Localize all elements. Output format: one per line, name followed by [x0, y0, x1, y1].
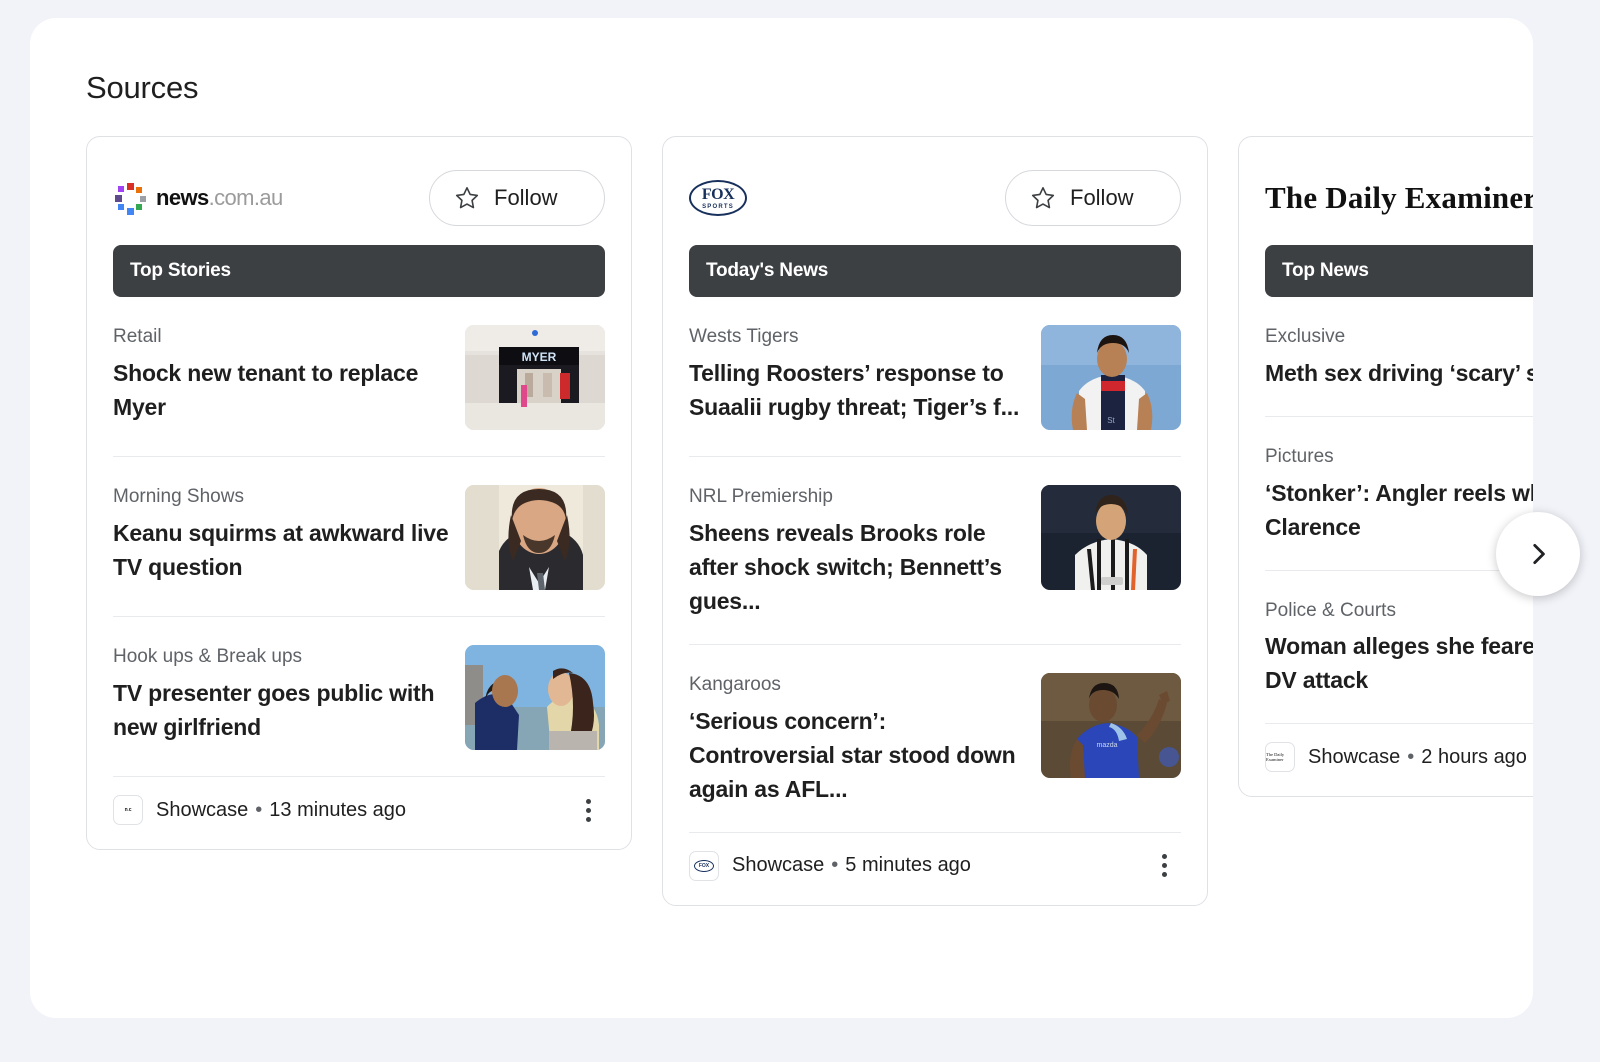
article-thumbnail [1041, 485, 1181, 590]
sports-wordmark: SPORTS [702, 204, 734, 210]
section-banner-label: Today's News [706, 260, 828, 282]
card-header: FOX SPORTS Follow [689, 159, 1181, 237]
follow-button-label: Follow [1070, 185, 1134, 211]
article-kicker: Wests Tigers [689, 325, 1025, 349]
news-com-au-mini-logo-icon: n.c [113, 795, 143, 825]
article-headline: ‘Serious concern’: Controversial star st… [689, 704, 1025, 806]
chevron-right-icon [1525, 541, 1551, 567]
svg-text:mazda: mazda [1096, 742, 1117, 749]
article-headline: Meth sex driving ‘scary’ syphilis outbre… [1265, 356, 1533, 390]
fox-sports-logo: FOX SPORTS [689, 180, 747, 216]
showcase-label: Showcase [732, 854, 824, 876]
article-row[interactable]: Exclusive Meth sex driving ‘scary’ syphi… [1265, 297, 1533, 417]
news-wordmark: news.com.au [156, 185, 283, 211]
fox-wordmark: FOX [702, 187, 734, 203]
two-women-kissing-photo [465, 645, 605, 750]
card-footer: n.c Showcase•13 minutes ago [113, 777, 605, 849]
kebab-menu-icon[interactable] [571, 793, 605, 827]
sources-carousel: news.com.au Follow Top Stories Retail Sh… [86, 136, 1533, 986]
card-header: The Daily Examiner Follow [1265, 159, 1533, 237]
follow-button-fox-sports[interactable]: Follow [1005, 170, 1181, 226]
article-headline: TV presenter goes public with new girlfr… [113, 676, 449, 744]
article-row[interactable]: Wests Tigers Telling Roosters’ response … [689, 297, 1181, 457]
footer-meta: Showcase•5 minutes ago [732, 854, 971, 877]
kebab-menu-icon[interactable] [1147, 849, 1181, 883]
fox-sports-mini-logo-icon: FOX [689, 851, 719, 881]
section-banner-top-stories: Top Stories [113, 245, 605, 297]
sources-panel: Sources news.com.au [30, 18, 1533, 1018]
article-row[interactable]: Police & Courts Woman alleges she feared… [1265, 571, 1533, 725]
article-thumbnail: mazda [1041, 673, 1181, 778]
svg-text:MYER: MYER [522, 350, 557, 364]
article-kicker: NRL Premiership [689, 485, 1025, 509]
news-com-au-logo: news.com.au [113, 181, 283, 215]
footer-timestamp: 13 minutes ago [269, 799, 406, 821]
star-outline-icon [1030, 185, 1056, 211]
article-kicker: Exclusive [1265, 325, 1533, 349]
article-thumbnail: MYER [465, 325, 605, 430]
article-headline: Keanu squirms at awkward live TV questio… [113, 516, 449, 584]
article-kicker: Pictures [1265, 445, 1533, 469]
article-kicker: Police & Courts [1265, 599, 1533, 623]
showcase-label: Showcase [1308, 746, 1400, 768]
news-dots-icon [113, 181, 147, 215]
article-headline: Woman alleges she feared death in Grafto… [1265, 629, 1533, 697]
carousel-next-button[interactable] [1496, 512, 1580, 596]
showcase-label: Showcase [156, 799, 248, 821]
source-card-fox-sports[interactable]: FOX SPORTS Follow Today's News Wests Tig… [662, 136, 1208, 906]
article-thumbnail: St [1041, 325, 1181, 430]
source-card-daily-examiner[interactable]: The Daily Examiner Follow Top News Exclu… [1238, 136, 1533, 797]
follow-button-news-com-au[interactable]: Follow [429, 170, 605, 226]
article-headline: Shock new tenant to replace Myer [113, 356, 449, 424]
article-headline: Sheens reveals Brooks role after shock s… [689, 516, 1025, 618]
article-row[interactable]: Hook ups & Break ups TV presenter goes p… [113, 617, 605, 777]
footer-timestamp: 5 minutes ago [845, 854, 971, 876]
afl-player-blue-jersey-photo: mazda [1041, 673, 1181, 778]
section-banner-top-news: Top News [1265, 245, 1533, 297]
article-headline: Telling Roosters’ response to Suaalii ru… [689, 356, 1025, 424]
article-thumbnail [465, 645, 605, 750]
myer-storefront-photo: MYER [465, 325, 605, 430]
article-kicker: Kangaroos [689, 673, 1025, 697]
footer-meta: Showcase•2 hours ago [1308, 746, 1527, 769]
card-footer: FOX Showcase•5 minutes ago [689, 833, 1181, 905]
footer-separator: • [1400, 746, 1421, 768]
follow-button-label: Follow [494, 185, 558, 211]
article-kicker: Retail [113, 325, 449, 349]
svg-text:St: St [1107, 416, 1115, 425]
article-row[interactable]: Kangaroos ‘Serious concern’: Controversi… [689, 645, 1181, 833]
article-kicker: Morning Shows [113, 485, 449, 509]
star-outline-icon [454, 185, 480, 211]
daily-examiner-mini-logo-icon: The Daily Examiner [1265, 742, 1295, 772]
footer-timestamp: 2 hours ago [1421, 746, 1527, 768]
footer-separator: • [248, 799, 269, 821]
keanu-reeves-portrait-photo [465, 485, 605, 590]
article-headline: ‘Stonker’: Angler reels whopper flattie … [1265, 476, 1533, 544]
roosters-player-photo: St [1041, 325, 1181, 430]
footer-meta: Showcase•13 minutes ago [156, 799, 406, 822]
section-banner-todays-news: Today's News [689, 245, 1181, 297]
article-row[interactable]: Morning Shows Keanu squirms at awkward l… [113, 457, 605, 617]
card-footer: The Daily Examiner Showcase•2 hours ago [1265, 724, 1533, 796]
article-row[interactable]: Pictures ‘Stonker’: Angler reels whopper… [1265, 417, 1533, 571]
section-banner-label: Top Stories [130, 260, 231, 282]
page-title: Sources [86, 70, 198, 106]
section-banner-label: Top News [1282, 260, 1369, 282]
news-wordmark-secondary: .com.au [209, 185, 283, 210]
article-thumbnail [465, 485, 605, 590]
daily-examiner-wordmark: The Daily Examiner [1265, 180, 1533, 216]
footer-separator: • [824, 854, 845, 876]
tigers-player-photo [1041, 485, 1181, 590]
article-kicker: Hook ups & Break ups [113, 645, 449, 669]
news-wordmark-primary: news [156, 185, 209, 210]
article-row[interactable]: NRL Premiership Sheens reveals Brooks ro… [689, 457, 1181, 645]
source-card-news-com-au[interactable]: news.com.au Follow Top Stories Retail Sh… [86, 136, 632, 850]
card-header: news.com.au Follow [113, 159, 605, 237]
article-row[interactable]: Retail Shock new tenant to replace Myer … [113, 297, 605, 457]
